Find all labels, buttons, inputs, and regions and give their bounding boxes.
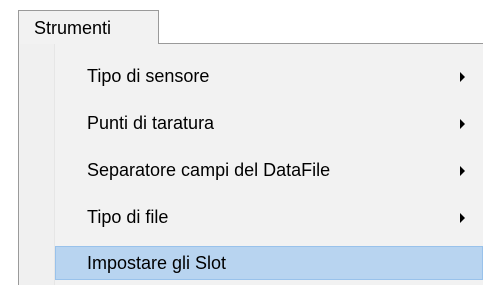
menu-item-label: Separatore campi del DataFile <box>87 160 331 180</box>
menu-item-label: Punti di taratura <box>87 113 215 133</box>
menu-item-label: Tipo di file <box>87 207 169 227</box>
menu-item-separatore-campi-datafile[interactable]: Separatore campi del DataFile <box>55 153 483 187</box>
chevron-right-icon <box>460 213 465 223</box>
menu-item-punti-di-taratura[interactable]: Punti di taratura <box>55 106 483 140</box>
strumenti-dropdown-menu: Tipo di sensore Punti di taratura Separa… <box>18 43 483 285</box>
menu-strumenti[interactable]: Strumenti <box>18 10 159 44</box>
menu-item-label: Tipo di sensore <box>87 66 210 86</box>
menu-item-label: Impostare gli Slot <box>87 253 227 273</box>
menu-item-tipo-di-file[interactable]: Tipo di file <box>55 200 483 234</box>
menu-item-impostare-gli-slot[interactable]: Impostare gli Slot <box>55 246 483 280</box>
chevron-right-icon <box>460 166 465 176</box>
menu-strumenti-label: Strumenti <box>34 18 112 38</box>
menu-item-tipo-di-sensore[interactable]: Tipo di sensore <box>55 59 483 93</box>
chevron-right-icon <box>460 72 465 82</box>
menu-icon-column <box>20 44 55 285</box>
chevron-right-icon <box>460 119 465 129</box>
